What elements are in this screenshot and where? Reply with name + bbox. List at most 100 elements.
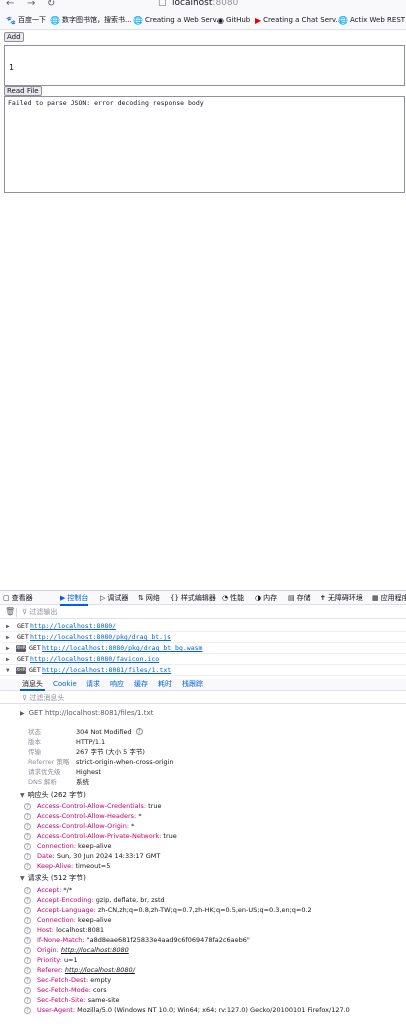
help-icon[interactable]: ? [24,976,31,984]
header-name: If-None-Match: [37,936,85,944]
url-bar[interactable]: localhost:8080 [172,0,238,9]
tab-stack-trace[interactable]: 栈跟踪 [182,680,203,689]
trash-icon[interactable]: 🗑 [5,607,15,616]
help-icon[interactable]: ? [24,946,31,954]
help-icon[interactable]: ? [24,896,31,904]
help-icon[interactable]: ? [24,862,31,870]
request-url[interactable]: http://localhost:8080/pkg/drag_bt_bg.was… [42,643,202,654]
request-url[interactable]: http://localhost:8080/favicon.ico [30,654,159,665]
request-summary-line[interactable]: ▶ GET http://localhost:8081/files/1.txt [20,709,153,717]
help-icon[interactable]: ? [24,906,31,914]
collapse-triangle-icon[interactable]: ▼ [20,875,25,882]
header-value-link[interactable]: http://localhost:8080 [61,946,129,954]
tab-accessibility[interactable]: ✝ 无障碍环境 [320,593,363,603]
page-info-icon[interactable]: ▢ [158,0,167,8]
bookmark-label: GitHub [225,16,251,24]
bookmarks-toolbar: 🐾 百度一下 🌐 数字图书馆，搜索书... 🌐 Creating a Web Serv… [0,14,406,28]
collapse-triangle-icon[interactable]: ▼ [6,665,10,676]
tab-application[interactable]: ▦ 应用程序 [372,593,406,603]
bookmark-github[interactable]: ◉ GitHub [217,16,250,25]
expand-triangle-icon[interactable]: ▶ [6,621,10,632]
output-area[interactable]: Failed to parse JSON: error decoding res… [4,96,405,193]
xhr-badge: XHR [16,667,26,674]
read-file-button[interactable]: Read File [4,86,42,96]
tab-timings[interactable]: 耗时 [158,680,172,689]
bookmark-chat-server[interactable]: ▶ Creating a Chat Serv... [255,16,342,25]
help-icon[interactable]: ? [24,936,31,944]
tab-network[interactable]: ⇅ 网络 [138,593,160,603]
expand-triangle-icon[interactable]: ▶ [20,710,25,717]
tab-request[interactable]: 请求 [86,680,100,689]
help-icon[interactable]: ? [24,956,31,964]
request-url[interactable]: http://localhost:8080/ [30,621,116,632]
forward-arrow-icon[interactable]: → [27,0,35,10]
filter-placeholder: 过滤输出 [29,608,58,616]
file-content-area[interactable]: 1 [4,45,405,86]
request-url[interactable]: http://localhost:8080/pkg/drag_bt.js [30,632,171,643]
add-button[interactable]: Add [4,32,24,42]
filter-placeholder: 过滤消息头 [29,694,65,702]
console-request-row[interactable]: ▶ GET http://localhost:8080/ [0,621,406,632]
tab-cookie[interactable]: Cookie [53,680,77,689]
help-icon[interactable]: ? [24,852,31,860]
expand-triangle-icon[interactable]: ▶ [6,632,10,643]
tab-console[interactable]: ▶ 控制台 [60,593,89,606]
header-value: Sun, 30 Jun 2024 14:33:17 GMT [56,852,161,860]
tab-headers[interactable]: 消息头 [20,680,45,691]
help-icon[interactable]: ? [24,966,31,974]
help-icon[interactable]: ? [24,822,31,830]
tab-inspector[interactable]: ▢ 查看器 [3,593,33,603]
tab-storage[interactable]: ▤ 存储 [288,593,311,603]
bookmark-baidu[interactable]: 🐾 百度一下 [6,16,46,25]
tab-response[interactable]: 响应 [110,680,124,689]
tab-label: 调试器 [107,594,129,602]
help-icon[interactable]: ? [24,916,31,924]
console-request-row[interactable]: ▶ GET http://localhost:8080/pkg/drag_bt.… [0,632,406,643]
expand-triangle-icon[interactable]: ▶ [6,643,10,654]
header-value-link[interactable]: http://localhost:8080/ [65,966,135,974]
console-request-row[interactable]: ▶ GET http://localhost:8080/favicon.ico [0,654,406,665]
help-icon[interactable]: ? [24,1006,31,1014]
help-icon[interactable]: ? [135,728,143,735]
headers-filter-bar: ⊽ 过滤消息头 [0,692,406,704]
help-icon[interactable]: ? [24,832,31,840]
tab-memory[interactable]: ◑ 内存 [255,593,277,603]
help-icon[interactable]: ? [24,886,31,894]
reload-icon[interactable]: ↻ [47,0,55,10]
tab-cache[interactable]: 缓存 [134,680,148,689]
bookmark-digital-library[interactable]: 🌐 数字图书馆，搜索书... [50,16,132,25]
header-value: localhost:8081 [56,926,104,934]
console-request-row[interactable]: ▶ XHR GET http://localhost:8080/pkg/drag… [0,643,406,654]
tab-style-editor[interactable]: {} 样式编辑器 [170,593,216,603]
request-header: ? Accept-Encoding: gzip, deflate, br, zst… [24,896,165,905]
help-icon[interactable]: ? [24,926,31,934]
request-method: GET [29,666,41,674]
header-name: Access-Control-Allow-Private-Network: [37,832,162,840]
help-icon[interactable]: ? [24,842,31,850]
devtools-panel: ▢ 查看器 ▶ 控制台 ▷ 调试器 ⇅ 网络 {} 样式编辑器 ◔ 性能 ◑ 内存 ▤ 存储 ✝… [0,590,406,1024]
expand-triangle-icon[interactable]: ▶ [6,654,10,665]
help-icon[interactable]: ? [24,996,31,1004]
response-headers-title[interactable]: ▼ 响应头 (262 字节) [20,791,86,800]
request-header: ? Accept: */* [24,886,72,895]
help-icon[interactable]: ? [24,802,31,810]
help-icon[interactable]: ? [24,986,31,994]
bookmark-actix[interactable]: 🌐Actix Web REST API... [338,16,406,25]
request-method: GET [17,622,29,630]
tab-performance[interactable]: ◔ 性能 [222,593,244,603]
header-name: Connection: [37,842,76,850]
summary-value: strict-origin-when-cross-origin [76,758,174,766]
collapse-triangle-icon[interactable]: ▼ [20,792,25,799]
headers-filter-input[interactable]: ⊽ 过滤消息头 [22,693,64,703]
request-url[interactable]: http://localhost:8081/files/1.txt [42,665,171,676]
request-method: GET [17,655,29,663]
summary-key: 请求优先级 [28,768,61,776]
console-request-row-expanded[interactable]: ▼ XHR GET http://localhost:8081/files/1.… [0,665,406,676]
console-icon: ▶ [60,594,66,602]
help-icon[interactable]: ? [24,812,31,820]
request-headers-title[interactable]: ▼ 请求头 (512 字节) [20,874,86,883]
tab-debugger[interactable]: ▷ 调试器 [100,593,128,603]
console-filter-input[interactable]: ⊽ 过滤输出 [22,607,57,617]
back-arrow-icon[interactable]: ← [6,0,14,10]
bookmark-web-server[interactable]: 🌐 Creating a Web Serv... [133,16,223,25]
